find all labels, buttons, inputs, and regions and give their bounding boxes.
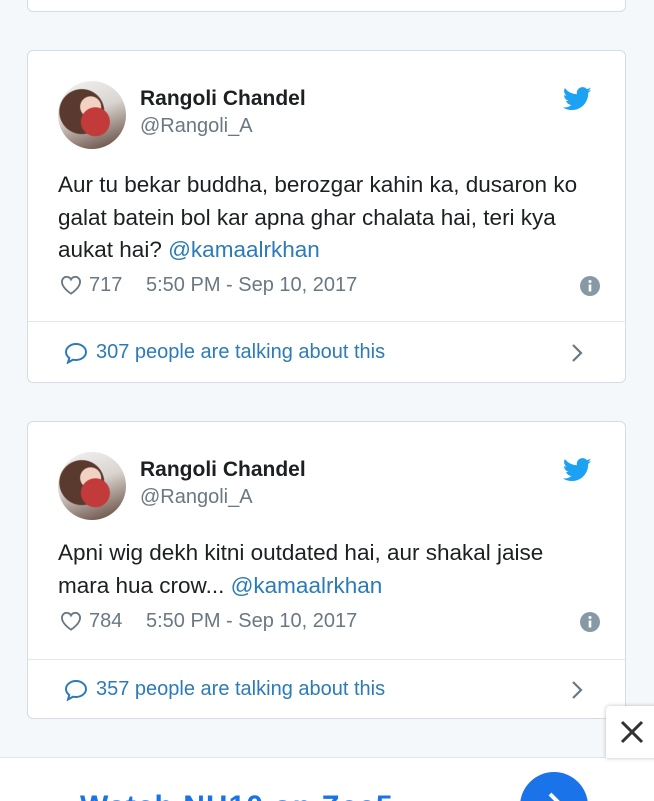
ad-banner[interactable]: Watch NH10 on Zee5: [0, 757, 654, 801]
tweet-text: Apni wig dekh kitni outdated hai, aur sh…: [58, 537, 597, 602]
author-name[interactable]: Rangoli Chandel: [140, 458, 306, 482]
avatar[interactable]: [58, 452, 126, 520]
heart-icon[interactable]: [60, 275, 82, 295]
tweet-meta: 784 5:50 PM - Sep 10, 2017: [60, 609, 600, 633]
heart-icon[interactable]: [60, 611, 82, 631]
speech-bubble-icon: [64, 342, 88, 364]
close-icon: [620, 720, 644, 744]
info-icon[interactable]: [580, 612, 600, 632]
info-icon[interactable]: [580, 276, 600, 296]
tweet-card[interactable]: Rangoli Chandel @Rangoli_A Aur tu bekar …: [27, 50, 626, 383]
tweet-text: Aur tu bekar buddha, berozgar kahin ka, …: [58, 169, 597, 267]
divider: [28, 659, 625, 660]
speech-bubble-icon: [64, 679, 88, 701]
divider: [28, 321, 625, 322]
author-name[interactable]: Rangoli Chandel: [140, 87, 306, 111]
arrow-right-icon: [548, 792, 560, 801]
conversation-link[interactable]: 307 people are talking about this: [64, 340, 594, 370]
like-count[interactable]: 717: [89, 274, 122, 297]
ad-text[interactable]: Watch NH10 on Zee5: [80, 790, 394, 801]
mention-link[interactable]: @kamaalrkhan: [168, 237, 320, 262]
author-handle[interactable]: @Rangoli_A: [140, 486, 253, 509]
twitter-bird-icon[interactable]: [563, 87, 592, 111]
chevron-right-icon[interactable]: [570, 679, 584, 701]
tweet-meta: 717 5:50 PM - Sep 10, 2017: [60, 273, 600, 297]
like-count[interactable]: 784: [89, 610, 122, 633]
previous-tweet-card: [27, 0, 626, 12]
conversation-count[interactable]: 307 people are talking about this: [96, 341, 385, 364]
conversation-link[interactable]: 357 people are talking about this: [64, 677, 594, 707]
tweet-header: Rangoli Chandel @Rangoli_A: [58, 81, 595, 151]
avatar[interactable]: [58, 81, 126, 149]
twitter-bird-icon[interactable]: [563, 458, 592, 482]
tweet-header: Rangoli Chandel @Rangoli_A: [58, 452, 595, 522]
chevron-right-icon[interactable]: [570, 342, 584, 364]
tweet-card[interactable]: Rangoli Chandel @Rangoli_A Apni wig dekh…: [27, 421, 626, 719]
ad-close-button[interactable]: [606, 706, 654, 758]
ad-go-button[interactable]: [520, 772, 588, 801]
author-handle[interactable]: @Rangoli_A: [140, 115, 253, 138]
tweet-timestamp[interactable]: 5:50 PM - Sep 10, 2017: [146, 274, 357, 297]
mention-link[interactable]: @kamaalrkhan: [231, 573, 383, 598]
tweet-timestamp[interactable]: 5:50 PM - Sep 10, 2017: [146, 610, 357, 633]
conversation-count[interactable]: 357 people are talking about this: [96, 678, 385, 701]
